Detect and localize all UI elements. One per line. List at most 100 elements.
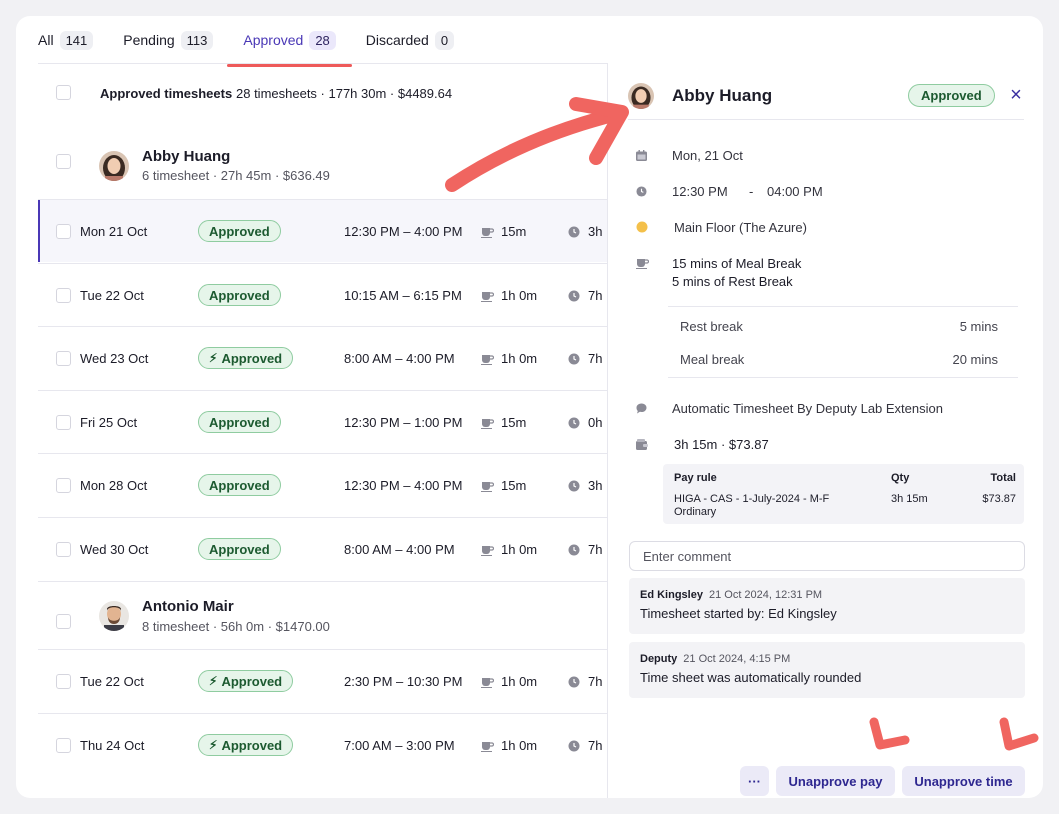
lightning-bolt-icon: ⚡︎ bbox=[209, 738, 218, 752]
detail-end-time: 04:00 PM bbox=[767, 184, 823, 199]
table-row[interactable]: Mon 21 Oct Approved 12:30 PM – 4:00 PM 1… bbox=[38, 199, 608, 262]
tab-pending-label: Pending bbox=[123, 32, 175, 48]
row-checkbox[interactable] bbox=[56, 415, 71, 430]
row-break: 15m bbox=[501, 478, 527, 493]
status-badge: ⚡︎ Approved bbox=[198, 347, 294, 369]
row-break: 1h 0m bbox=[501, 288, 538, 303]
comment-author-name: Ed Kingsley bbox=[640, 589, 703, 601]
timesheets-card: All 141 Pending 113 Approved 28 Discarde… bbox=[16, 16, 1043, 798]
tab-discarded-label: Discarded bbox=[365, 32, 429, 48]
row-time: 8:00 AM – 4:00 PM bbox=[344, 542, 455, 557]
table-row[interactable]: Wed 30 Oct Approved 8:00 AM – 4:00 PM 1h… bbox=[38, 517, 608, 580]
row-checkbox[interactable] bbox=[56, 542, 71, 557]
detail-employee-name: Abby Huang bbox=[672, 86, 773, 105]
row-duration: 7h bbox=[588, 738, 603, 753]
comment-input[interactable] bbox=[629, 541, 1025, 571]
status-label: Approved bbox=[209, 414, 270, 430]
person-name: Antonio Mair bbox=[142, 598, 234, 615]
row-checkbox[interactable] bbox=[56, 738, 71, 753]
detail-breaks-line1: 15 mins of Meal Break bbox=[672, 256, 802, 271]
break-value: 20 mins bbox=[952, 352, 998, 367]
row-date: Mon 21 Oct bbox=[80, 224, 148, 239]
row-date: Tue 22 Oct bbox=[80, 674, 144, 689]
break-value: 5 mins bbox=[959, 319, 998, 334]
status-badge: Approved bbox=[198, 411, 281, 433]
approved-summary: Approved timesheets 28 timesheets · 177h… bbox=[38, 64, 608, 122]
tab-all[interactable]: All 141 bbox=[38, 16, 94, 64]
row-checkbox[interactable] bbox=[56, 674, 71, 689]
comment-author: Ed Kingsley 21 Oct 2024, 12:31 PM bbox=[640, 589, 822, 601]
timesheet-list: Approved timesheets 28 timesheets · 177h… bbox=[38, 63, 608, 798]
close-icon[interactable]: × bbox=[1006, 83, 1026, 107]
table-row[interactable]: Wed 23 Oct ⚡︎ Approved 8:00 AM – 4:00 PM … bbox=[38, 326, 608, 389]
comment-author: Deputy 21 Oct 2024, 4:15 PM bbox=[640, 653, 790, 665]
status-badge: Approved bbox=[198, 220, 281, 242]
clock-icon bbox=[568, 416, 580, 434]
row-checkbox[interactable] bbox=[56, 224, 71, 239]
row-checkbox[interactable] bbox=[56, 288, 71, 303]
row-time: 12:30 PM – 4:00 PM bbox=[344, 478, 463, 493]
person-summary: 6 timesheet · 27h 45m · $636.49 bbox=[142, 168, 330, 183]
row-checkbox[interactable] bbox=[56, 351, 71, 366]
table-row[interactable]: Tue 22 Oct Approved 10:15 AM – 6:15 PM 1… bbox=[38, 263, 608, 326]
tab-approved-count: 28 bbox=[309, 30, 336, 50]
row-break: 1h 0m bbox=[501, 738, 538, 753]
pay-rule-line2: Ordinary bbox=[674, 506, 717, 518]
tab-pending-count: 113 bbox=[180, 30, 214, 50]
tab-pending[interactable]: Pending 113 bbox=[123, 16, 214, 64]
break-label: Meal break bbox=[680, 352, 745, 367]
summary-stats: 28 timesheets · 177h 30m · $4489.64 bbox=[236, 86, 453, 101]
clock-icon bbox=[636, 185, 647, 200]
row-time: 10:15 AM – 6:15 PM bbox=[344, 288, 462, 303]
comment-item: Deputy 21 Oct 2024, 4:15 PM Time sheet wa… bbox=[629, 642, 1025, 698]
row-duration: 3h bbox=[588, 224, 603, 239]
more-options-button[interactable]: ··· bbox=[740, 766, 769, 796]
row-date: Fri 25 Oct bbox=[80, 415, 138, 430]
row-break: 15m bbox=[501, 415, 527, 430]
person-checkbox[interactable] bbox=[56, 154, 71, 169]
coffee-cup-icon bbox=[481, 479, 495, 497]
tab-approved[interactable]: Approved 28 bbox=[227, 16, 353, 67]
select-all-checkbox[interactable] bbox=[56, 85, 71, 100]
break-label: Rest break bbox=[680, 319, 743, 334]
tab-discarded-count: 0 bbox=[434, 30, 455, 50]
coffee-cup-icon bbox=[481, 225, 495, 243]
comment-author-name: Deputy bbox=[640, 653, 678, 665]
row-break: 1h 0m bbox=[501, 674, 538, 689]
table-row[interactable]: Tue 22 Oct ⚡︎ Approved 2:30 PM – 10:30 PM… bbox=[38, 649, 608, 712]
row-date: Wed 23 Oct bbox=[80, 351, 149, 366]
avatar bbox=[99, 151, 129, 181]
avatar bbox=[628, 83, 654, 109]
status-badge: Approved bbox=[198, 284, 281, 306]
row-time: 8:00 AM – 4:00 PM bbox=[344, 351, 455, 366]
coffee-cup-icon bbox=[481, 352, 495, 370]
coffee-cup-icon bbox=[481, 739, 495, 757]
person-summary: 8 timesheet · 56h 0m · $1470.00 bbox=[142, 619, 330, 634]
clock-icon bbox=[568, 289, 580, 307]
row-date: Thu 24 Oct bbox=[80, 738, 145, 753]
location-dot-icon bbox=[636, 221, 648, 236]
detail-note: Automatic Timesheet By Deputy Lab Extens… bbox=[672, 401, 943, 416]
unapprove-pay-button[interactable]: Unapprove pay bbox=[776, 766, 895, 796]
clock-icon bbox=[568, 352, 580, 370]
table-row[interactable]: Mon 28 Oct Approved 12:30 PM – 4:00 PM 1… bbox=[38, 453, 608, 516]
pay-rule-name: HIGA - CAS - 1-July-2024 - M-F Ordinary bbox=[674, 493, 829, 519]
row-date: Tue 22 Oct bbox=[80, 288, 144, 303]
table-row[interactable]: Thu 24 Oct ⚡︎ Approved 7:00 AM – 3:00 PM … bbox=[38, 713, 608, 776]
table-row[interactable]: Fri 25 Oct Approved 12:30 PM – 1:00 PM 1… bbox=[38, 390, 608, 453]
detail-time-separator: - bbox=[749, 184, 754, 199]
row-time: 12:30 PM – 4:00 PM bbox=[344, 224, 463, 239]
comment-body: Time sheet was automatically rounded bbox=[640, 670, 862, 685]
detail-cost: 3h 15m · $73.87 bbox=[674, 437, 769, 452]
detail-breaks-line2: 5 mins of Rest Break bbox=[672, 274, 793, 289]
unapprove-time-button[interactable]: Unapprove time bbox=[902, 766, 1025, 796]
row-time: 7:00 AM – 3:00 PM bbox=[344, 738, 455, 753]
pay-rule-table: Pay rule Qty Total HIGA - CAS - 1-July-2… bbox=[663, 464, 1024, 524]
person-checkbox[interactable] bbox=[56, 614, 71, 629]
status-badge: ⚡︎ Approved bbox=[198, 734, 294, 756]
tab-discarded[interactable]: Discarded 0 bbox=[365, 16, 455, 64]
row-duration: 7h bbox=[588, 351, 603, 366]
row-checkbox[interactable] bbox=[56, 478, 71, 493]
clock-icon bbox=[568, 739, 580, 757]
break-breakdown-table: Rest break 5 mins Meal break 20 mins bbox=[668, 306, 1018, 378]
